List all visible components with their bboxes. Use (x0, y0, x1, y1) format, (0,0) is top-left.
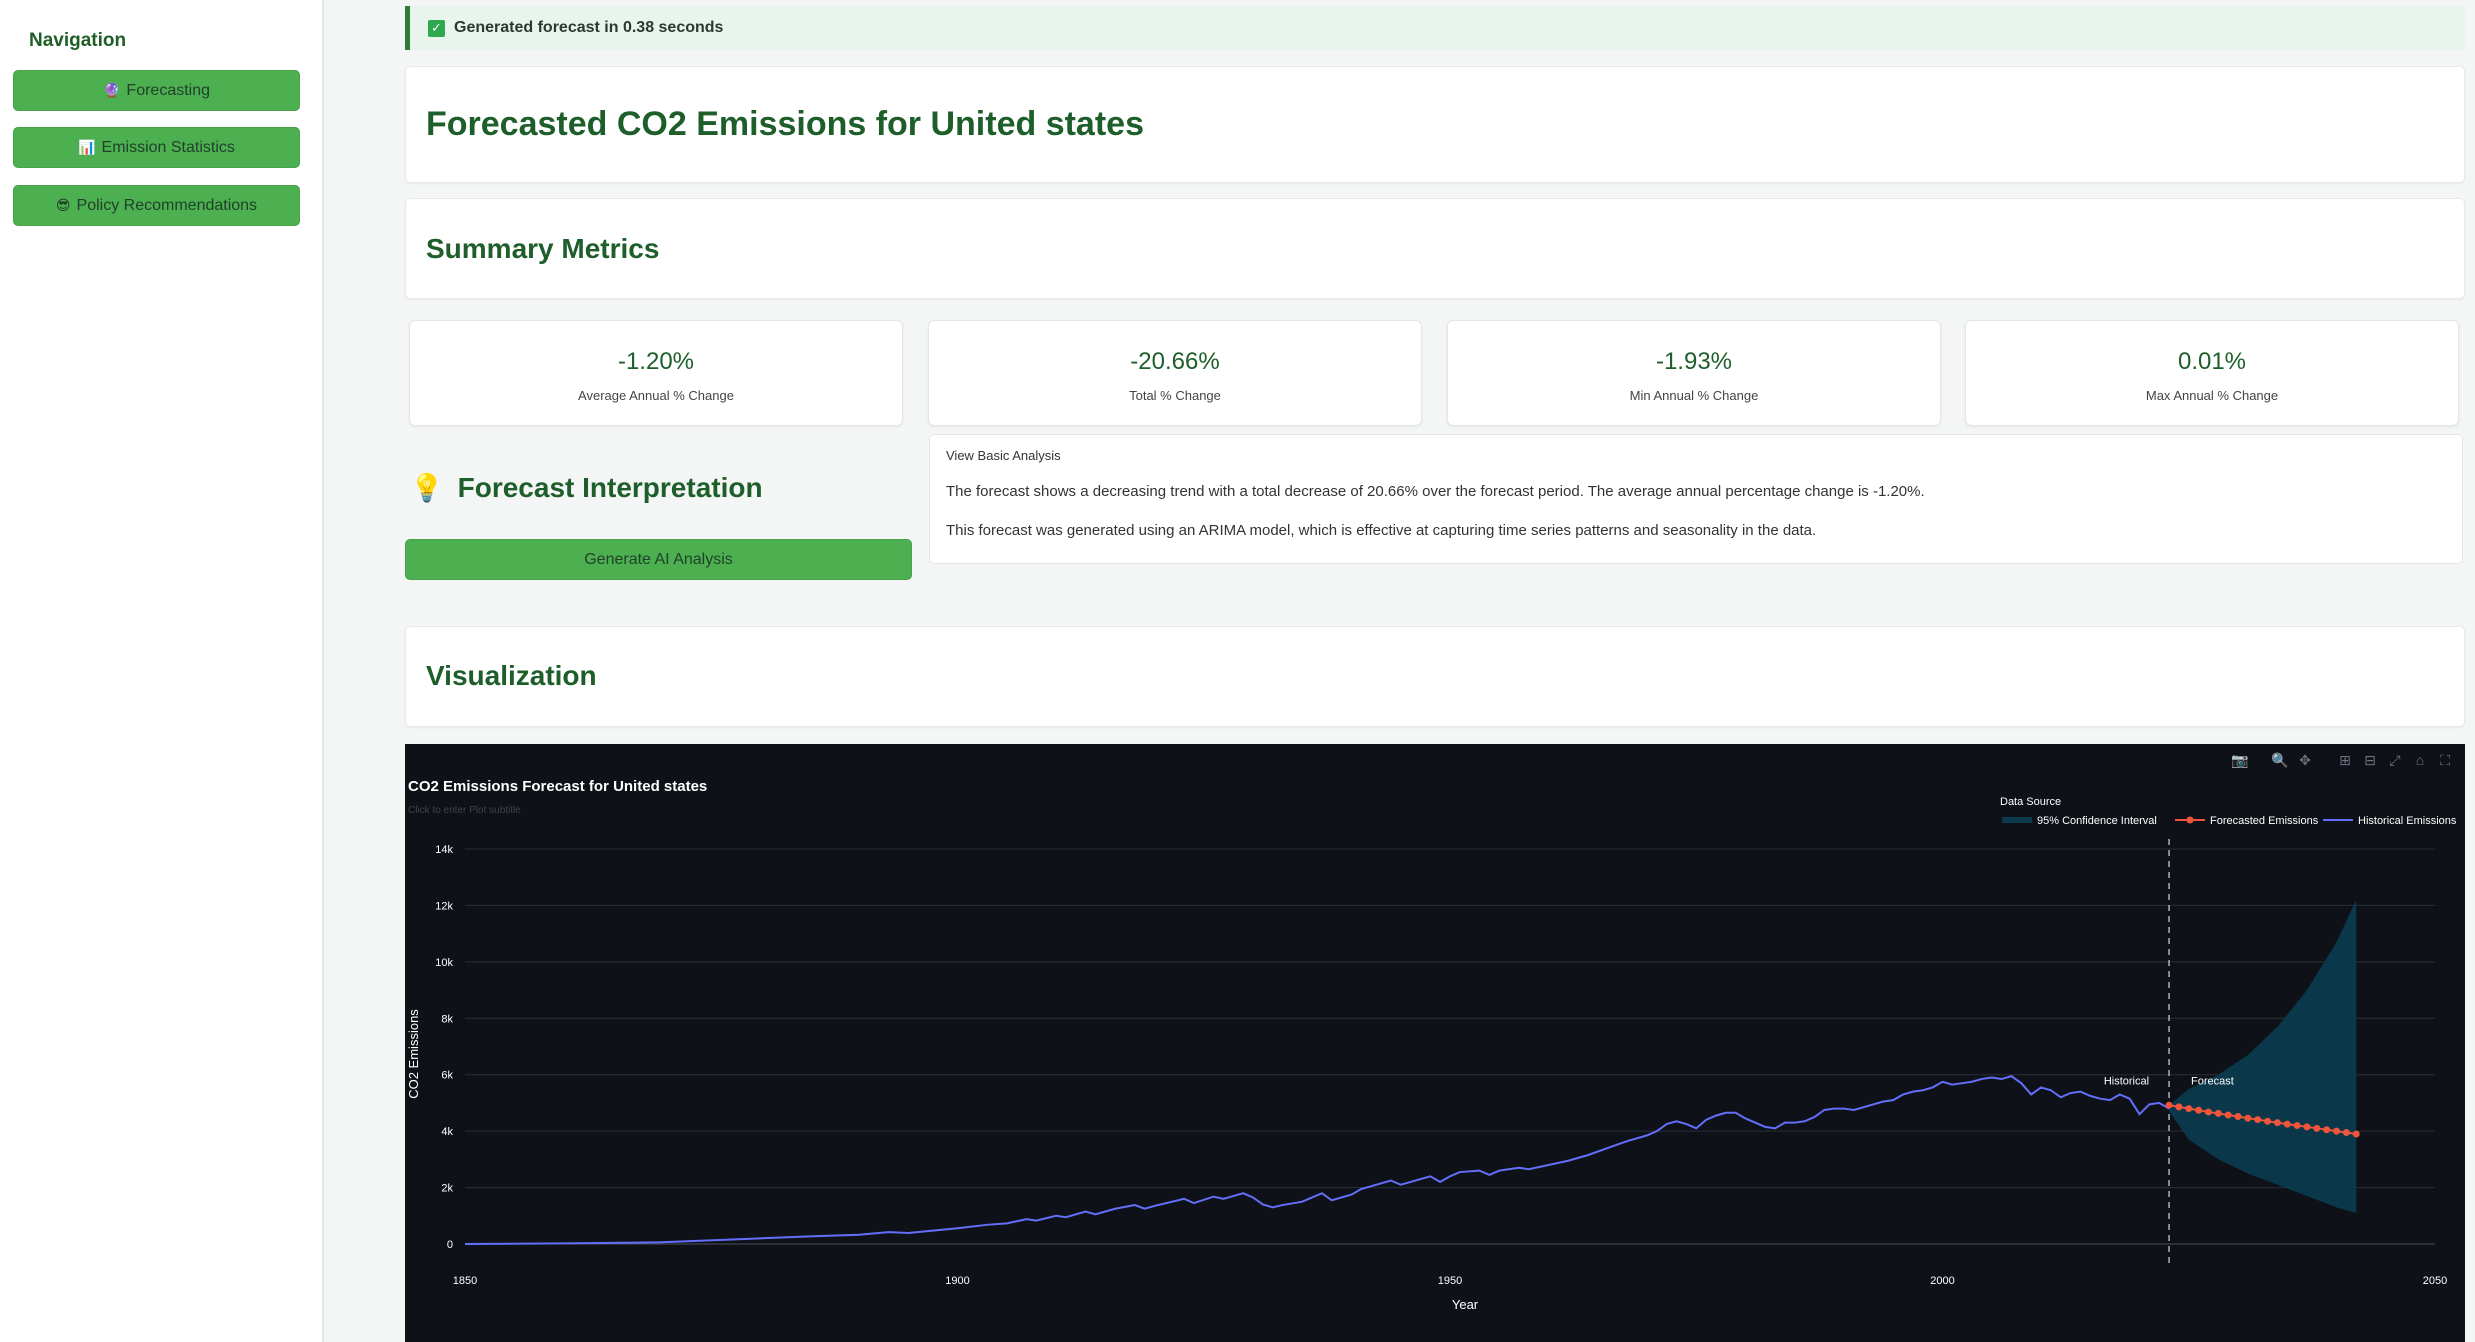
forecast-point (2323, 1126, 2331, 1134)
y-axis-label: CO2 Emissions (406, 1009, 421, 1099)
forecast-point (2352, 1130, 2360, 1138)
legend-marker (2186, 816, 2194, 824)
x-tick-label: 2050 (2423, 1275, 2447, 1287)
sidebar: Navigation 🔮 Forecasting 📊 Emission Stat… (0, 0, 324, 1342)
axis-layer: 0 2k 4k 6k 8k 10k 12k 14k 1850 1900 1950 2000 2050 (435, 844, 2447, 1287)
x-tick-label: 1850 (453, 1275, 477, 1287)
chart-svg: CO2 Emissions Forecast for United states… (406, 778, 2457, 1312)
legend-item-forecast[interactable]: Forecasted Emissions (2175, 815, 2319, 827)
y-tick-label: 6k (441, 1070, 453, 1082)
metric-card-min-annual: -1.93% Min Annual % Change (1447, 320, 1941, 426)
legend-title: Data Source (2000, 796, 2061, 808)
nav-emission-statistics-button[interactable]: 📊 Emission Statistics (13, 127, 300, 168)
y-tick-label: 4k (441, 1126, 453, 1138)
confidence-interval-band (2169, 899, 2357, 1213)
y-tick-label: 12k (435, 900, 453, 912)
x-tick-label: 1900 (945, 1275, 969, 1287)
legend-item-historical[interactable]: Historical Emissions (2323, 815, 2457, 827)
metric-card-max-annual: 0.01% Max Annual % Change (1965, 320, 2459, 426)
chart-legend: Data Source 95% Confidence Interval Foreca… (2000, 796, 2457, 827)
grid-layer (465, 839, 2435, 1266)
metric-label: Min Annual % Change (1629, 388, 1759, 403)
y-tick-label: 14k (435, 844, 453, 856)
forecast-point (2254, 1116, 2262, 1124)
forecast-point (2165, 1101, 2173, 1109)
basic-analysis-expander: View Basic Analysis The forecast shows a… (929, 434, 2463, 564)
forecast-annotation: Forecast (2191, 1075, 2234, 1087)
y-tick-label: 2k (441, 1183, 453, 1195)
analysis-paragraph: The forecast shows a decreasing trend wi… (946, 483, 1925, 500)
legend-item-ci[interactable]: 95% Confidence Interval (2002, 815, 2157, 827)
metric-label: Total % Change (1129, 388, 1221, 403)
generate-ai-analysis-button[interactable]: Generate AI Analysis (405, 539, 912, 580)
legend-swatch (2002, 817, 2032, 823)
forecast-point (2342, 1129, 2350, 1137)
historical-emissions-line (464, 1075, 2170, 1245)
metric-value: -1.93% (1655, 348, 1733, 375)
x-axis-label: Year (1452, 1297, 1479, 1312)
nav-title: Navigation (29, 30, 127, 51)
bar-chart-icon: 📊 (78, 139, 96, 155)
nav-forecasting-button[interactable]: 🔮 Forecasting (13, 70, 300, 111)
legend-label: 95% Confidence Interval (2037, 815, 2157, 827)
forecast-chart: 📷 🔍 ✥ ⊞ ⊟ ⤢ ⌂ ⛶ CO2 Emissions Forecast f… (405, 744, 2465, 1342)
y-tick-label: 0 (447, 1239, 453, 1251)
y-tick-label: 8k (441, 1013, 453, 1025)
success-toast: ✓ Generated forecast in 0.38 seconds (405, 6, 2465, 50)
view-basic-analysis-toggle[interactable]: View Basic Analysis (946, 448, 2446, 463)
visualization-card: Visualization (405, 626, 2465, 727)
x-tick-label: 2000 (1930, 1275, 1954, 1287)
nav-policy-recommendations-label: Policy Recommendations (76, 196, 258, 214)
metric-label: Average Annual % Change (578, 388, 734, 403)
y-tick-label: 10k (435, 957, 453, 969)
forecast-point (2273, 1119, 2281, 1127)
metric-value: -1.20% (617, 348, 695, 375)
legend-label: Forecasted Emissions (2210, 815, 2319, 827)
nav-policy-recommendations-button[interactable]: 😎 Policy Recommendations (13, 185, 300, 226)
forecast-interpretation-label: Forecast Interpretation (457, 472, 763, 503)
forecast-point (2234, 1112, 2242, 1120)
forecast-point (2264, 1117, 2272, 1125)
series-layer: Historical Forecast (464, 1075, 2360, 1245)
metric-label: Max Annual % Change (2145, 388, 2279, 403)
forecast-point (2185, 1105, 2193, 1113)
summary-metrics-title: Summary Metrics (426, 233, 660, 264)
metric-value: 0.01% (2177, 348, 2247, 375)
nav-emission-statistics-label: Emission Statistics (101, 138, 235, 156)
legend-label: Historical Emissions (2358, 815, 2457, 827)
chart-title: CO2 Emissions Forecast for United states (408, 778, 707, 795)
page-title-card: Forecasted CO2 Emissions for United stat… (405, 66, 2465, 183)
summary-metrics-card: Summary Metrics (405, 198, 2465, 299)
sunglasses-icon: 😎 (55, 197, 71, 213)
forecast-interpretation-title: 💡 Forecast Interpretation (410, 472, 763, 504)
forecast-point (2195, 1106, 2203, 1114)
analysis-paragraph: This forecast was generated using an ARI… (946, 522, 1817, 539)
historical-annotation: Historical (2104, 1075, 2149, 1087)
visualization-title: Visualization (426, 660, 597, 691)
metric-value: -20.66% (1130, 348, 1220, 375)
check-icon: ✓ (428, 19, 445, 37)
forecast-point (2224, 1111, 2232, 1119)
nav-forecasting-label: Forecasting (126, 81, 211, 99)
lightbulb-icon: 💡 (410, 473, 444, 503)
ci-layer (2169, 899, 2357, 1213)
forecast-point (2175, 1103, 2183, 1111)
forecast-point (2283, 1120, 2291, 1128)
forecast-point (2244, 1114, 2252, 1122)
toast-text: Generated forecast in 0.38 seconds (454, 19, 724, 36)
forecast-point (2333, 1127, 2340, 1135)
metric-card-total: -20.66% Total % Change (928, 320, 1422, 426)
crystal-ball-icon: 🔮 (102, 82, 121, 98)
forecast-point (2303, 1123, 2311, 1131)
x-tick-label: 1950 (1438, 1275, 1462, 1287)
forecast-point (2214, 1109, 2222, 1117)
metric-card-average-annual: -1.20% Average Annual % Change (409, 320, 903, 426)
forecast-point (2293, 1122, 2301, 1129)
forecast-point (2313, 1124, 2321, 1132)
page-title: Forecasted CO2 Emissions for United stat… (426, 105, 1144, 143)
chart-subtitle-placeholder[interactable]: Click to enter Plot subtitle (408, 805, 521, 816)
forecast-point (2204, 1108, 2212, 1116)
